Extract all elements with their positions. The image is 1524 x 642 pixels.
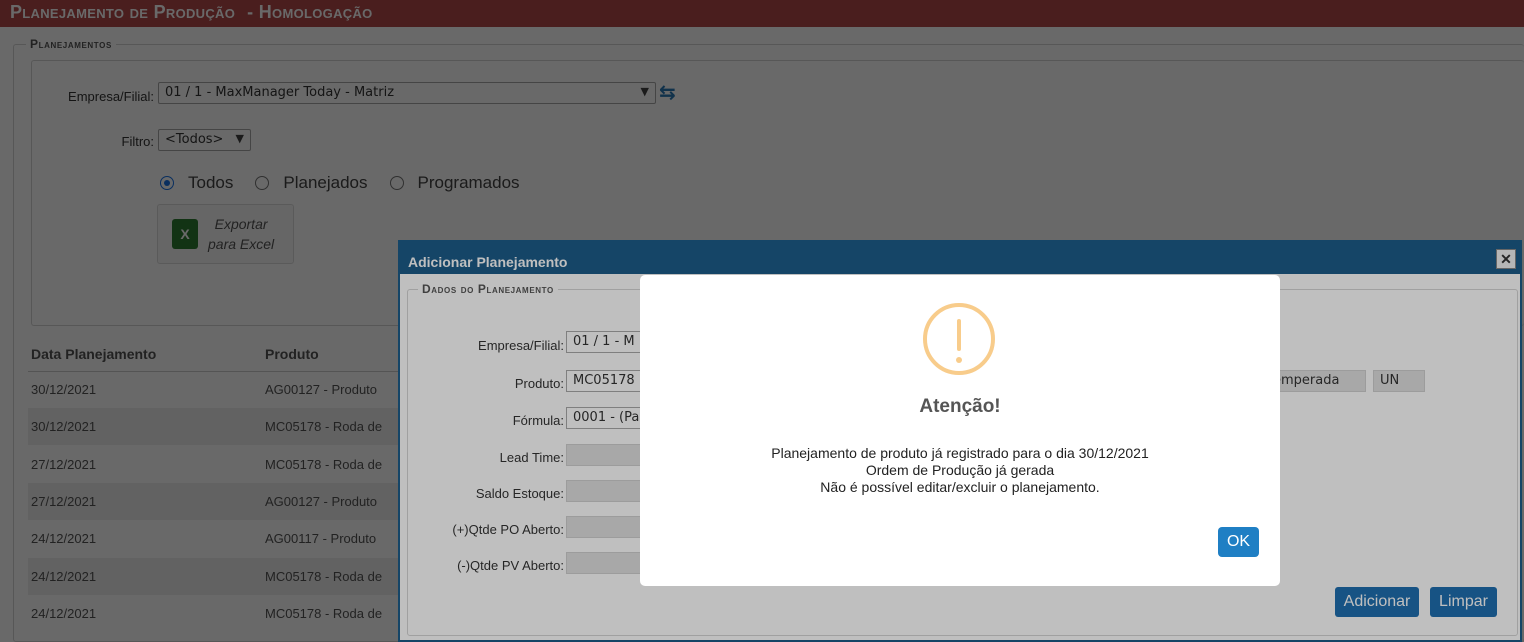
warning-alert: Atenção! Planejamento de produto já regi… [640,275,1280,586]
alert-line-2: Ordem de Produção já gerada [865,462,1055,478]
alert-line-1: Planejamento de produto já registrado pa… [771,445,1149,461]
warning-icon-dot [956,357,962,363]
alert-line-3: Não é possível editar/excluir o planejam… [820,479,1100,495]
alert-title: Atenção! [919,396,1001,417]
warning-icon [923,303,995,375]
ok-button[interactable]: OK [1218,527,1259,557]
warning-icon-bar [957,319,961,351]
alert-message: Planejamento de produto já registrado pa… [640,445,1280,496]
